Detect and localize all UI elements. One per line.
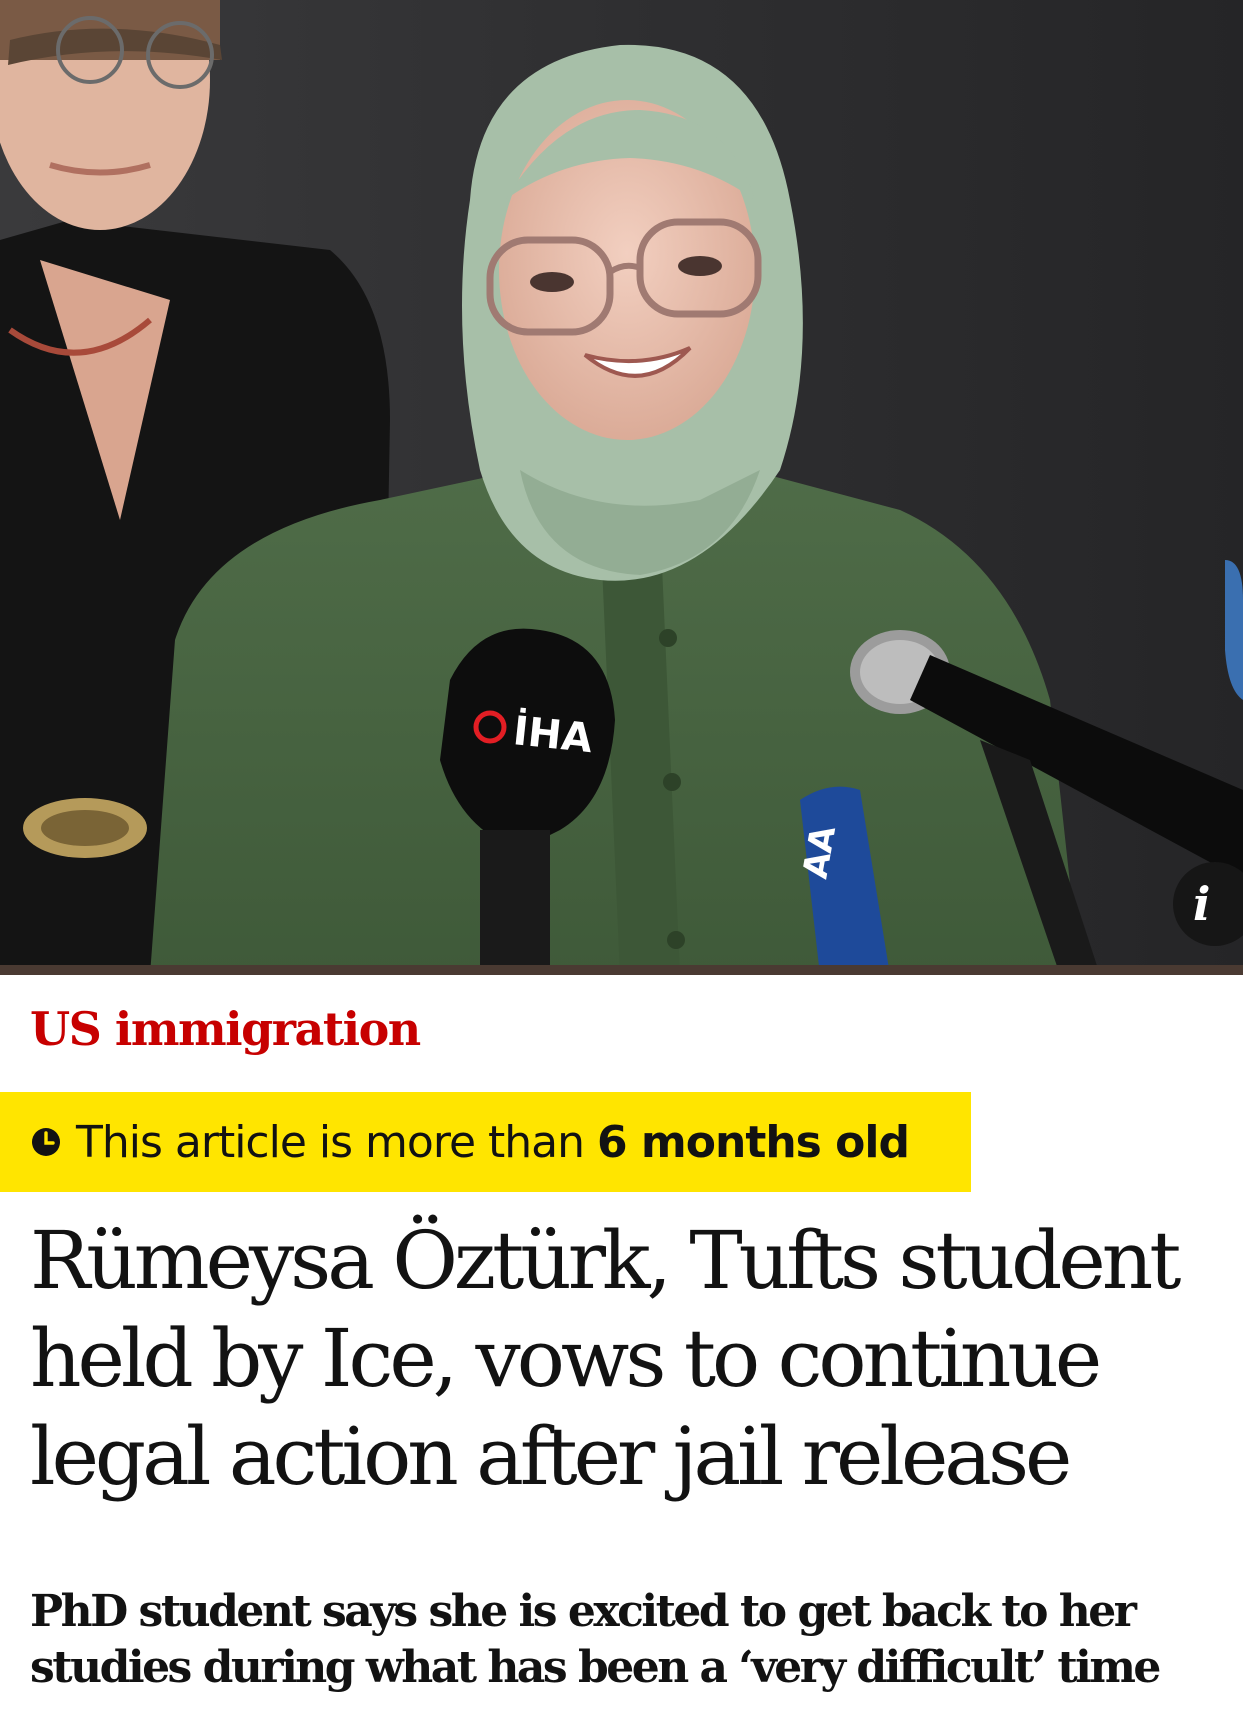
info-icon: i: [1193, 877, 1211, 931]
mic-logo-iha: İHA: [511, 706, 595, 762]
headline-line: legal action after jail release: [30, 1410, 1072, 1503]
age-notice-strong: 6 months old: [596, 1116, 910, 1168]
headline-line: held by Ice, vows to continue: [30, 1312, 1102, 1405]
clock-icon: [32, 1128, 60, 1156]
headline-line: Rümeysa Öztürk, Tufts student: [30, 1214, 1181, 1307]
standfirst-line: PhD student says she is excited to get b…: [30, 1586, 1137, 1637]
age-notice-banner: This article is more than 6 months old: [0, 1092, 971, 1192]
age-notice-prefix: This article is more than: [76, 1116, 597, 1168]
section-link-us-immigration[interactable]: US immigration: [30, 1000, 421, 1058]
headline: Rümeysa Öztürk, Tufts student held by Ic…: [30, 1212, 1230, 1506]
hero-photo: İHA AA: [0, 0, 1243, 975]
standfirst: PhD student says she is excited to get b…: [30, 1584, 1230, 1696]
standfirst-line: studies during what has been a ‘very dif…: [30, 1642, 1161, 1693]
hero-image: İHA AA i: [0, 0, 1243, 975]
age-notice-text: This article is more than 6 months old: [76, 1116, 910, 1168]
